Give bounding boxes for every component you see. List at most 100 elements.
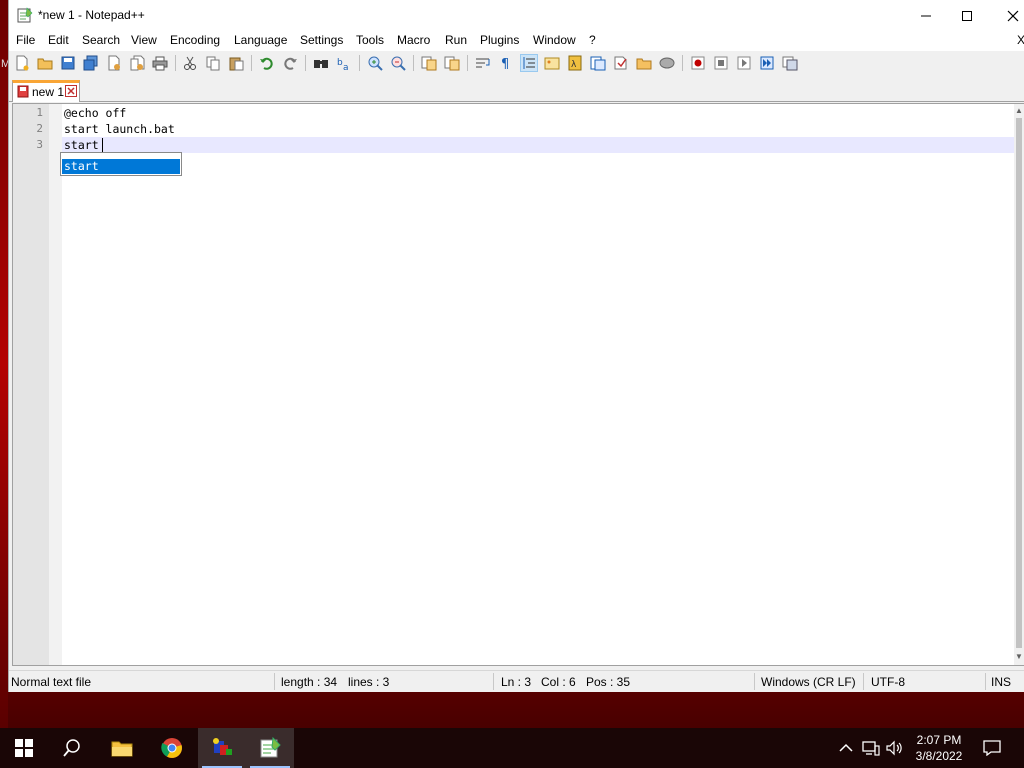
clock-date: 3/8/2022 [915,749,963,763]
tab-bar: new 1 [9,78,1024,102]
indent-guide-icon[interactable] [520,54,538,72]
sync-h-icon[interactable] [443,54,461,72]
code-line[interactable]: @echo off [62,105,1016,121]
function-list-icon[interactable] [589,54,607,72]
window-title: *new 1 - Notepad++ [38,8,145,22]
taskbar-chrome[interactable] [148,728,196,768]
toolbar-separator [251,55,252,71]
toolbar-separator [305,55,306,71]
autocomplete-item[interactable]: start [62,159,180,174]
menu-search[interactable]: Search [80,33,122,47]
vertical-scrollbar[interactable]: ▲ ▼ [1014,104,1024,665]
status-col: Col : 6 [541,675,576,689]
scroll-down-icon[interactable]: ▼ [1015,652,1023,661]
status-eol[interactable]: Windows (CR LF) [761,675,856,689]
svg-text:λ: λ [571,60,577,70]
folder-workspace-icon[interactable] [612,54,630,72]
replace-icon[interactable]: ba [335,54,353,72]
stop-macro-icon[interactable] [712,54,730,72]
open-file-icon[interactable] [36,54,54,72]
network-icon[interactable] [861,738,881,758]
run-macro-multiple-icon[interactable] [758,54,776,72]
new-file-icon[interactable] [13,54,31,72]
notepadpp-app-icon [17,7,33,23]
tray-overflow-icon[interactable] [836,738,856,758]
scroll-up-icon[interactable]: ▲ [1015,106,1023,115]
start-button[interactable] [0,728,48,768]
title-bar[interactable]: *new 1 - Notepad++ [9,0,1024,31]
sync-v-icon[interactable] [420,54,438,72]
status-divider [754,673,755,690]
monitoring-icon[interactable] [658,54,676,72]
tab-close-icon[interactable] [65,85,77,97]
find-icon[interactable] [312,54,330,72]
record-macro-icon[interactable] [689,54,707,72]
minimize-button[interactable] [903,0,949,31]
system-clock[interactable]: 2:07 PM 3/8/2022 [908,732,970,764]
menu-settings[interactable]: Settings [298,33,345,47]
menu-macro[interactable]: Macro [395,33,432,47]
unsaved-file-icon [17,85,29,98]
close-file-icon[interactable] [105,54,123,72]
play-macro-icon[interactable] [735,54,753,72]
status-lines: lines : 3 [348,675,390,689]
notification-center-icon[interactable] [982,738,1002,758]
volume-icon[interactable] [885,738,905,758]
redo-icon[interactable] [281,54,299,72]
minimize-icon [921,15,931,16]
zoom-out-icon[interactable] [389,54,407,72]
undo-icon[interactable] [258,54,276,72]
status-encoding: UTF-8 [871,675,905,689]
menu-help[interactable]: ? [587,33,598,47]
menu-tools[interactable]: Tools [354,33,386,47]
taskbar-notepadpp[interactable] [246,728,294,768]
fold-margin[interactable] [49,104,62,665]
print-icon[interactable] [151,54,169,72]
menu-window[interactable]: Window [531,33,578,47]
status-insert-mode[interactable]: INS [991,675,1011,689]
taskbar: 2:07 PM 3/8/2022 [0,728,1024,768]
chrome-icon [161,738,182,758]
doc-map-icon[interactable]: λ [566,54,584,72]
status-divider [863,673,864,690]
zoom-in-icon[interactable] [366,54,384,72]
menu-edit[interactable]: Edit [46,33,71,47]
taskbar-app[interactable] [198,728,246,768]
close-window-button[interactable] [990,0,1024,31]
svg-text:a: a [343,63,349,71]
status-divider [985,673,986,690]
close-all-icon[interactable] [128,54,146,72]
status-ln: Ln : 3 [501,675,532,689]
document-close-button[interactable]: X [1017,33,1024,47]
paste-icon[interactable] [227,54,245,72]
copy-icon[interactable] [204,54,222,72]
word-wrap-icon[interactable] [474,54,492,72]
folder-open-icon[interactable] [635,54,653,72]
notepadpp-icon [260,737,281,758]
show-all-chars-icon[interactable]: ¶ [497,54,515,72]
save-macro-icon[interactable] [781,54,799,72]
menu-language[interactable]: Language [232,33,289,47]
tab-new-1[interactable]: new 1 [12,80,80,102]
toolbar-separator [359,55,360,71]
menu-view[interactable]: View [129,33,159,47]
code-line[interactable]: start launch.bat [62,121,1016,137]
code-line-current[interactable]: start [62,137,1016,153]
scrollbar-thumb[interactable] [1016,118,1022,648]
tab-label: new 1 [32,85,65,99]
status-pos: Pos : 35 [586,675,631,689]
cut-icon[interactable] [181,54,199,72]
menu-plugins[interactable]: Plugins [478,33,521,47]
menu-encoding[interactable]: Encoding [168,33,222,47]
save-all-icon[interactable] [82,54,100,72]
taskbar-file-explorer[interactable] [98,728,146,768]
menu-file[interactable]: File [14,33,37,47]
udl-icon[interactable] [543,54,561,72]
save-icon[interactable] [59,54,77,72]
taskbar-search-button[interactable] [48,728,96,768]
menu-run[interactable]: Run [443,33,469,47]
autocomplete-popup: start [60,152,182,176]
text-editor[interactable]: 1 2 3 @echo off start launch.bat start s… [12,103,1024,666]
maximize-button[interactable] [944,0,990,31]
clock-time: 2:07 PM [916,733,962,747]
